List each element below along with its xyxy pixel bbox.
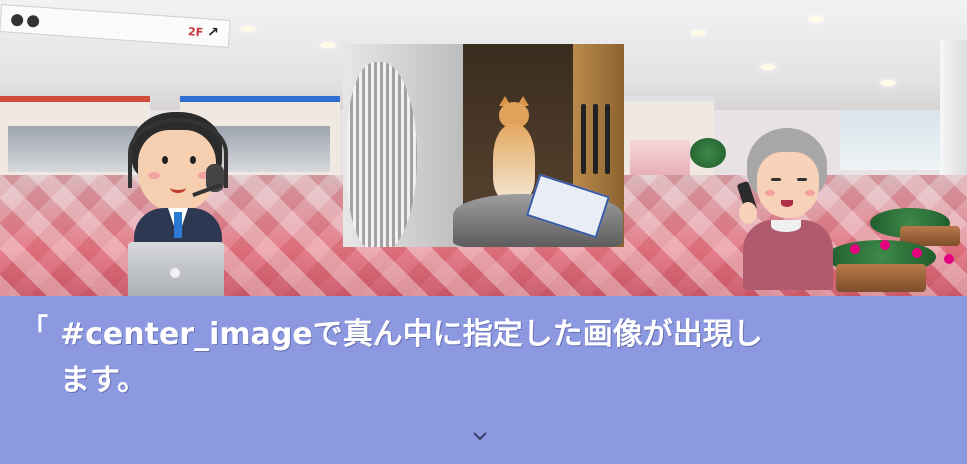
call-center-operator-icon (118, 108, 248, 304)
message-window[interactable]: 「 #center_imageで真ん中に指定した画像が出現し ます。 (0, 296, 967, 464)
shop-window (840, 110, 950, 170)
poster-board (630, 140, 690, 180)
cat (491, 96, 537, 202)
grandmother-on-phone-icon (736, 128, 837, 290)
open-quote: 「 (22, 314, 49, 344)
ceiling-light (240, 26, 256, 32)
electric-fan (347, 62, 417, 247)
arrow-icon: ↗ (206, 24, 220, 42)
message-text: #center_imageで真ん中に指定した画像が出現し ます。 (60, 317, 763, 398)
chevron-down-icon[interactable] (473, 429, 487, 443)
center-image-cat-photo (343, 44, 624, 247)
knife (593, 104, 598, 174)
ceiling-light (690, 30, 706, 36)
knife (581, 104, 586, 174)
ceiling-light (808, 16, 824, 22)
ceiling-light (880, 80, 896, 86)
flower (912, 248, 922, 258)
pillar (940, 40, 967, 190)
floor-label: 2F (187, 25, 204, 40)
ceiling-light (320, 42, 336, 48)
flower (850, 244, 860, 254)
flower (880, 240, 890, 250)
knife (605, 104, 610, 174)
flower (944, 254, 954, 264)
ceiling-light (760, 64, 776, 70)
plant (690, 138, 726, 168)
planter (836, 264, 926, 292)
